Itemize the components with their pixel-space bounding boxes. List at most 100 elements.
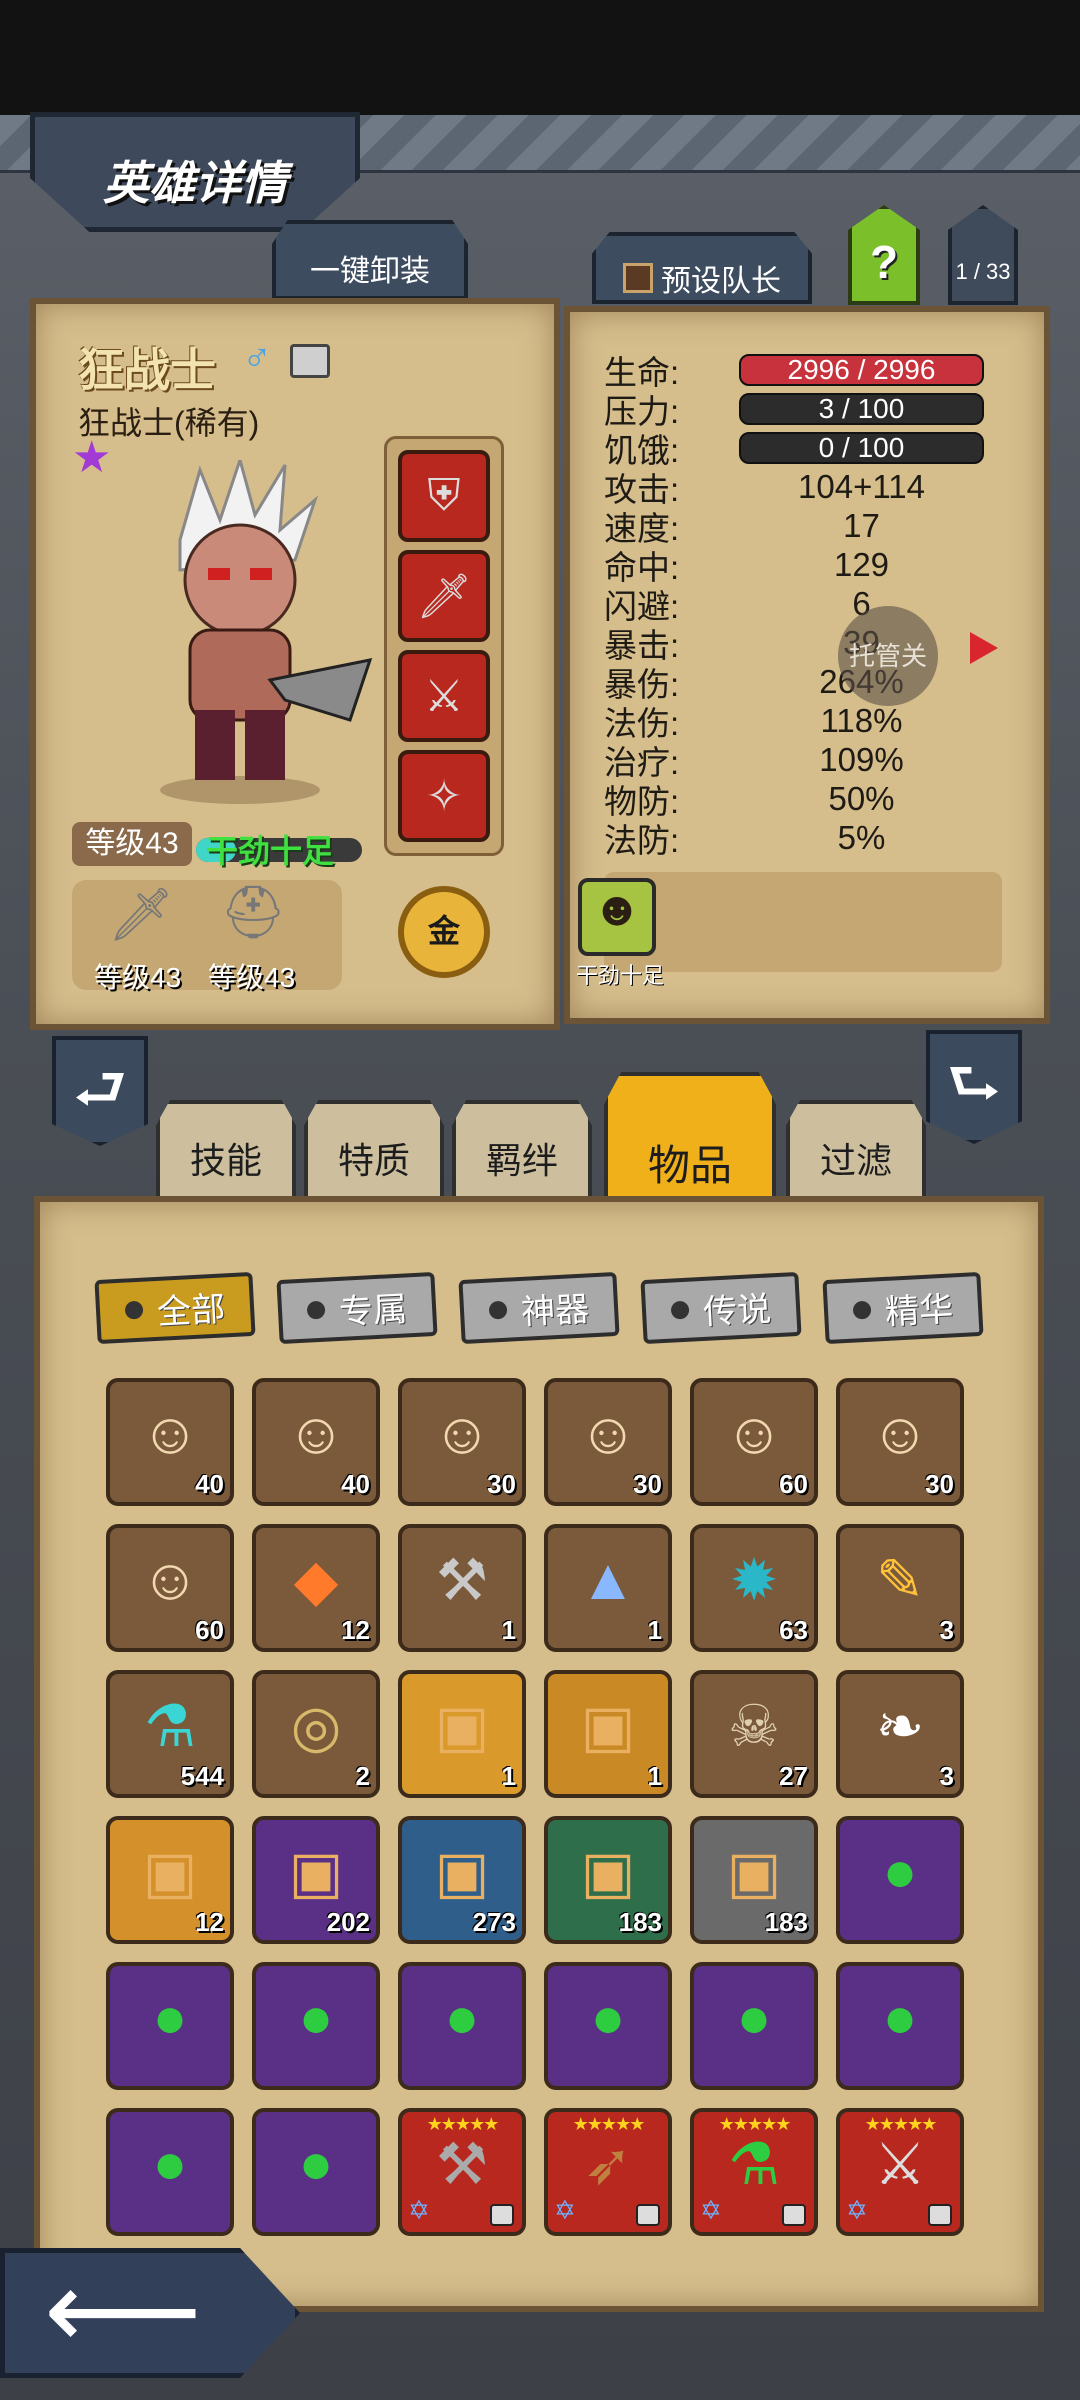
tab-bonds-label: 羁绊 (485, 1140, 558, 1181)
tab-filter[interactable]: 过滤 (786, 1100, 926, 1200)
crossbow-icon: ➶ (583, 2132, 633, 2197)
potion-icon: ⚗ (144, 1694, 196, 1759)
item-count: 1 (501, 1761, 516, 1791)
auto-manage-toggle[interactable]: 托管关 (838, 606, 938, 706)
preset-captain-label: 预设队长 (661, 265, 781, 298)
inventory-item[interactable]: ● (252, 2108, 380, 2236)
stat-value: 50% (828, 779, 895, 817)
item-count: 273 (472, 1907, 516, 1937)
expand-arrow-icon[interactable] (970, 632, 998, 664)
inventory-item[interactable]: ● (252, 1962, 380, 2090)
tab-items[interactable]: 物品 (604, 1072, 776, 1200)
inventory-item[interactable]: ✹ 63 (690, 1524, 818, 1652)
inventory-item[interactable]: ▣ 1 (544, 1670, 672, 1798)
inventory-item[interactable]: ● (398, 1962, 526, 2090)
hexagram-icon: ✡ (846, 2195, 868, 2225)
unequip-all-button[interactable]: 一键卸装 (272, 220, 468, 300)
stat-row: 暴伤:264% (604, 662, 1004, 703)
inventory-item[interactable]: ⚒ 1 (398, 1524, 526, 1652)
inventory-item[interactable]: ▣ 1 (398, 1670, 526, 1798)
filter-essence[interactable]: 精华 (822, 1271, 984, 1345)
inventory-item[interactable]: ☺ 30 (836, 1378, 964, 1506)
inventory-item[interactable]: ● (106, 2108, 234, 2236)
equip-slot-armor[interactable]: ⛨ (398, 450, 490, 542)
preset-captain-toggle[interactable]: 预设队长 (592, 232, 812, 304)
tab-skills-label: 技能 (189, 1140, 262, 1181)
filter-artifact-label: 神器 (520, 1289, 591, 1332)
item-count: 12 (195, 1907, 224, 1937)
inventory-item[interactable]: ● (836, 1962, 964, 2090)
inventory-item[interactable]: ✎ 3 (836, 1524, 964, 1652)
stat-row: 法防: 5% (604, 818, 1004, 859)
lock-icon (490, 2204, 514, 2226)
item-count: 1 (647, 1761, 662, 1791)
battleaxe-icon: ⚔ (874, 2132, 926, 2197)
skull-icon: ☠ (728, 1694, 780, 1759)
tab-skills[interactable]: 技能 (156, 1100, 296, 1200)
rename-icon[interactable] (290, 344, 330, 378)
tab-traits[interactable]: 特质 (304, 1100, 444, 1200)
stat-value: 104+114 (798, 467, 925, 505)
stat-value: 129 (833, 545, 890, 583)
inventory-item[interactable]: ☺ 60 (690, 1378, 818, 1506)
item-count: 183 (764, 1907, 808, 1937)
prev-hero-button[interactable]: ⮐ (52, 1036, 148, 1146)
item-count: 183 (618, 1907, 662, 1937)
inventory-item[interactable]: ☠ 27 (690, 1670, 818, 1798)
item-count: 3 (939, 1761, 954, 1791)
inventory-item[interactable]: ▣ 202 (252, 1816, 380, 1944)
green-orb-icon: ● (882, 1839, 918, 1904)
inventory-item[interactable]: ☺ 30 (544, 1378, 672, 1506)
gold-gear-button[interactable]: 金 (398, 886, 490, 978)
inventory-item[interactable]: ☺ 30 (398, 1378, 526, 1506)
inventory-item[interactable]: ☺ 40 (252, 1378, 380, 1506)
inventory-item[interactable]: ● (690, 1962, 818, 2090)
item-count: 60 (779, 1469, 808, 1499)
inventory-item[interactable]: ☺ 40 (106, 1378, 234, 1506)
inventory-item[interactable]: ☺ 60 (106, 1524, 234, 1652)
filter-dot (488, 1300, 508, 1320)
next-hero-button[interactable]: ⮑ (926, 1030, 1022, 1144)
inventory-item[interactable]: ● (836, 1816, 964, 1944)
buff-label: 干劲十足 (576, 963, 665, 988)
filter-legend[interactable]: 传说 (640, 1271, 802, 1345)
arrow-left-icon: ⮐ (73, 1056, 127, 1123)
portrait-icon: ☺ (578, 1401, 638, 1466)
tab-bonds[interactable]: 羁绊 (452, 1100, 592, 1200)
inventory-item[interactable]: ⚗ ★★★★★ ✡ (690, 2108, 818, 2236)
stat-row: 饥饿: 0 / 100 (604, 428, 1004, 469)
filter-essence-label: 精华 (884, 1289, 955, 1332)
inventory-item[interactable]: ◎ 2 (252, 1670, 380, 1798)
hero-name: 狂战士 (78, 344, 216, 396)
inventory-item[interactable]: ● (544, 1962, 672, 2090)
equip-slot-weapon[interactable]: 🗡 (398, 550, 490, 642)
equip-slot-sword[interactable]: ⚔ (398, 650, 490, 742)
inventory-item[interactable]: ⚒ ★★★★★ ✡ (398, 2108, 526, 2236)
inventory-item[interactable]: ⚔ ★★★★★ ✡ (836, 2108, 964, 2236)
checkbox[interactable] (623, 263, 653, 293)
stat-row: 命中: 129 (604, 545, 1004, 586)
equip-slot-accessory[interactable]: ✧ (398, 750, 490, 842)
filter-exclusive[interactable]: 专属 (276, 1271, 438, 1345)
filter-all[interactable]: 全部 (94, 1271, 256, 1345)
gold-label: 金 (427, 913, 460, 949)
filter-artifact[interactable]: 神器 (458, 1271, 620, 1345)
portrait-icon: ☺ (724, 1401, 784, 1466)
inventory-item[interactable]: ▣ 12 (106, 1816, 234, 1944)
stat-row: 法伤: 118% (604, 701, 1004, 742)
inventory-item[interactable]: ▲ 1 (544, 1524, 672, 1652)
inventory-item[interactable]: ● (106, 1962, 234, 2090)
inventory-item[interactable]: ❧ 3 (836, 1670, 964, 1798)
chisel-icon: ⚒ (436, 1548, 488, 1613)
inventory-item[interactable]: ▣ 273 (398, 1816, 526, 1944)
weapon-level: 等级43 (94, 962, 182, 993)
inventory-item[interactable]: ◆ 12 (252, 1524, 380, 1652)
rarity-star-icon: ★ (72, 433, 112, 482)
buff-icon[interactable]: ☻ (578, 878, 656, 956)
chest-icon: ▣ (142, 1840, 198, 1905)
item-count: 3 (939, 1615, 954, 1645)
inventory-item[interactable]: ▣ 183 (690, 1816, 818, 1944)
inventory-item[interactable]: ▣ 183 (544, 1816, 672, 1944)
inventory-item[interactable]: ⚗ 544 (106, 1670, 234, 1798)
inventory-item[interactable]: ➶ ★★★★★ ✡ (544, 2108, 672, 2236)
